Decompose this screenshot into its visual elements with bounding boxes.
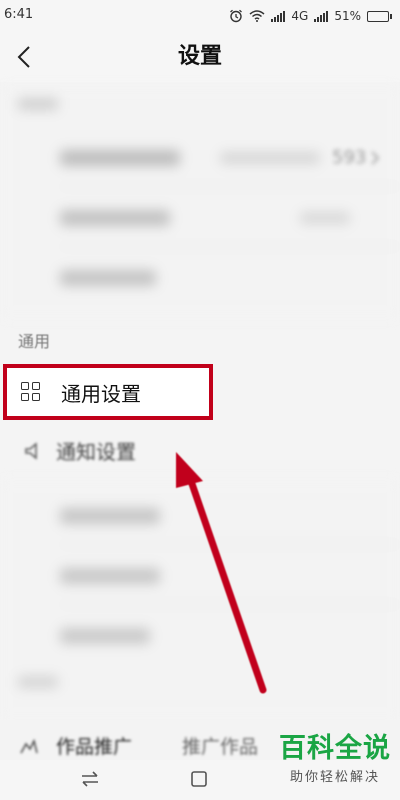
- signal-icon: [271, 10, 286, 22]
- account-row-3[interactable]: [0, 250, 400, 306]
- back-button[interactable]: [8, 40, 40, 74]
- chevron-right-icon: [371, 151, 380, 165]
- general-settings-label: 通用设置: [61, 382, 141, 406]
- partial-value: 593: [332, 147, 367, 168]
- section-header-general: 通用: [18, 332, 51, 351]
- general-settings-item[interactable]: 通用设置: [3, 364, 213, 420]
- list-item[interactable]: [0, 488, 400, 544]
- status-icons: 4G 51%: [229, 6, 392, 26]
- more-settings-list: [0, 480, 400, 720]
- notification-icon: [25, 442, 37, 460]
- watermark-title: 百科全说: [279, 733, 391, 764]
- promotion-value: 推广作品: [182, 736, 259, 758]
- status-time: 6:41: [4, 7, 34, 22]
- signal-icon-2: [314, 10, 329, 22]
- account-row-1-value: 593: [320, 144, 400, 174]
- watermark-logo: 百科全说 助你轻松解决: [274, 733, 396, 786]
- list-item[interactable]: [0, 608, 400, 664]
- account-section: [0, 86, 400, 318]
- status-bar: 6:41 4G 51%: [0, 0, 400, 32]
- square-icon[interactable]: [190, 770, 208, 788]
- switch-arrows-icon[interactable]: [80, 770, 100, 788]
- account-row-2[interactable]: [0, 190, 400, 246]
- battery-icon: [367, 10, 392, 22]
- header: 设置: [0, 32, 400, 82]
- list-item[interactable]: [0, 548, 400, 604]
- watermark-subtitle: 助你轻松解决: [289, 770, 380, 785]
- promotion-icon: [20, 738, 38, 754]
- battery-percent: 51%: [334, 9, 361, 23]
- notification-settings-label: 通知设置: [56, 440, 136, 464]
- notification-settings-item[interactable]: 通知设置: [0, 428, 260, 478]
- grid-icon: [21, 382, 41, 402]
- back-arrow-icon: [17, 46, 30, 68]
- promotion-label: 作品推广: [56, 736, 133, 758]
- alarm-icon: [230, 9, 243, 23]
- page-title: 设置: [177, 44, 222, 69]
- wifi-icon: [249, 10, 265, 22]
- network-type: 4G: [291, 9, 309, 23]
